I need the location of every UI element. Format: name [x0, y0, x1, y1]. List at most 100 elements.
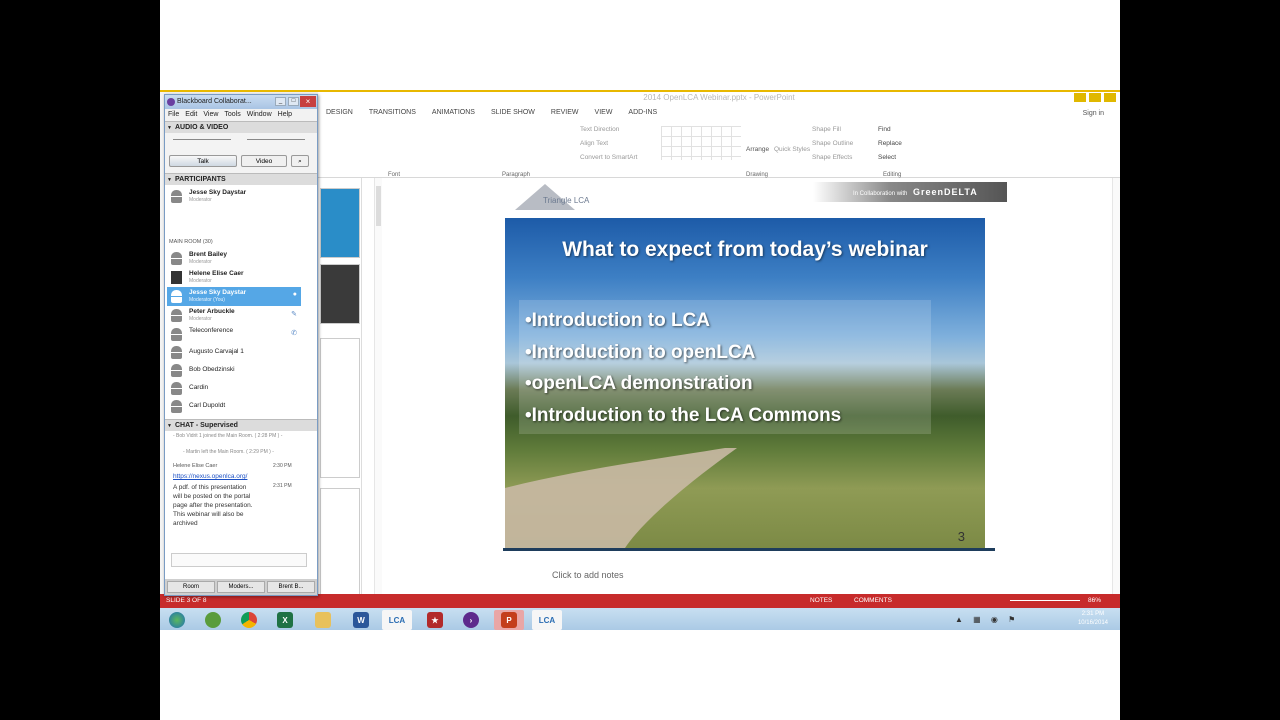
paragraph-group-label: Paragraph: [502, 172, 531, 178]
zoom-slider[interactable]: [1010, 600, 1080, 601]
powerpoint-window: 2014 OpenLCA Webinar.pptx - PowerPoint D…: [318, 92, 1120, 608]
participant-name: Jesse Sky Daystar: [189, 289, 247, 296]
select-button[interactable]: Select: [878, 154, 896, 161]
participant-role: Moderator: [189, 197, 212, 203]
audio-video-header[interactable]: AUDIO & VIDEO: [165, 121, 317, 134]
shapes-gallery[interactable]: [661, 126, 741, 160]
close-button[interactable]: ×: [300, 96, 316, 107]
participant-name: Carl Dupoldt: [189, 402, 226, 409]
slide-thumbnail[interactable]: [320, 338, 360, 478]
participant-name: Peter Arbuckle: [189, 308, 235, 315]
quick-styles-button[interactable]: Quick Styles: [774, 146, 810, 153]
taskbar-app[interactable]: ›: [456, 610, 486, 630]
menu-window[interactable]: Window: [247, 109, 272, 121]
word-icon: W: [353, 612, 369, 628]
tab-slide-show[interactable]: SLIDE SHOW: [483, 106, 543, 122]
replace-button[interactable]: Replace: [878, 140, 902, 147]
taskbar-app[interactable]: P: [494, 610, 524, 630]
tab-add-ins[interactable]: ADD-INS: [620, 106, 665, 122]
slide-scrollbar[interactable]: [1112, 178, 1120, 598]
taskbar-app[interactable]: X: [270, 610, 300, 630]
menu-tools[interactable]: Tools: [224, 109, 240, 121]
tab-room[interactable]: Room: [167, 581, 215, 593]
tab-transitions[interactable]: TRANSITIONS: [361, 106, 424, 122]
system-tray[interactable]: ▲ ▦ ◉ ⚑: [955, 615, 1019, 624]
convert-smartart-button[interactable]: Convert to SmartArt: [580, 154, 637, 161]
slide-thumbnail[interactable]: [320, 188, 360, 258]
maximize-button[interactable]: □: [288, 97, 299, 106]
chat-link[interactable]: https://nexus.openlca.org/: [173, 473, 247, 480]
video-button[interactable]: Video: [241, 155, 287, 167]
slide-thumbnails: [318, 178, 362, 608]
participants-header[interactable]: PARTICIPANTS: [165, 173, 317, 186]
video-preview-button[interactable]: ⌕: [291, 155, 309, 167]
talk-button[interactable]: Talk: [169, 155, 237, 167]
speaker-volume-slider[interactable]: [173, 139, 231, 140]
align-text-button[interactable]: Align Text: [580, 140, 608, 147]
participant-row[interactable]: Helene Elise Caer Moderator: [167, 268, 301, 287]
participant-row[interactable]: Carl Dupoldt: [167, 397, 301, 416]
menu-edit[interactable]: Edit: [185, 109, 197, 121]
slide-thumbnail[interactable]: [320, 264, 360, 324]
maximize-button[interactable]: [1089, 93, 1101, 102]
thumbnail-scrollbar[interactable]: [374, 178, 382, 598]
sign-in-link[interactable]: Sign in: [1083, 110, 1104, 117]
arrange-button[interactable]: Arrange: [746, 146, 769, 153]
participant-row[interactable]: Brent Bailey Moderator: [167, 249, 301, 268]
tab-animations[interactable]: ANIMATIONS: [424, 106, 483, 122]
powerpoint-icon: P: [501, 612, 517, 628]
chat-header[interactable]: CHAT - Supervised: [165, 419, 317, 432]
window-controls: [1074, 93, 1116, 102]
taskbar-app[interactable]: LCA: [532, 610, 562, 630]
slide-thumbnail[interactable]: [320, 488, 360, 598]
shape-effects-button[interactable]: Shape Effects: [812, 154, 852, 161]
participant-row[interactable]: Teleconference ✆: [167, 325, 301, 344]
tab-design[interactable]: DESIGN: [318, 106, 361, 122]
minimize-button[interactable]: _: [275, 97, 286, 106]
tab-moderators[interactable]: Moders...: [217, 581, 265, 593]
chat-input[interactable]: [171, 553, 307, 567]
start-button[interactable]: [162, 610, 192, 630]
participant-row[interactable]: Cardin: [167, 379, 301, 398]
bb-titlebar: Blackboard Collaborat... _ □ ×: [165, 95, 317, 109]
mic-volume-slider[interactable]: [247, 139, 305, 140]
taskbar-app[interactable]: ★: [420, 610, 450, 630]
taskbar-app[interactable]: LCA: [382, 610, 412, 630]
participant-row[interactable]: Bob Obedzinski: [167, 361, 301, 380]
text-direction-button[interactable]: Text Direction: [580, 126, 619, 133]
start-icon: [169, 612, 185, 628]
taskbar-app[interactable]: [198, 610, 228, 630]
menu-help[interactable]: Help: [278, 109, 292, 121]
participant-row-selected[interactable]: Jesse Sky Daystar Moderator (You) ●: [167, 287, 301, 306]
ribbon: Text Direction Align Text Convert to Sma…: [318, 122, 1120, 178]
clock[interactable]: 2:31 PM 10/16/2014: [1078, 610, 1108, 628]
participant-role: Moderator: [189, 259, 212, 265]
find-button[interactable]: Find: [878, 126, 891, 133]
participant-row[interactable]: Peter Arbuckle Moderator ✎: [167, 306, 301, 325]
participant-row[interactable]: Augusto Carvajal 1: [167, 343, 301, 362]
avatar: [171, 309, 182, 322]
chat-system-message: - Bob Vidrit 1 joined the Main Room. ( 2…: [173, 433, 283, 439]
phone-icon: ✆: [291, 330, 297, 337]
slide-canvas[interactable]: Triangle LCA In Collaboration with Green…: [503, 182, 1007, 551]
taskbar-app[interactable]: [308, 610, 338, 630]
notes-placeholder[interactable]: Click to add notes: [552, 570, 624, 580]
scrollbar-thumb[interactable]: [376, 186, 381, 226]
zoom-level[interactable]: 86%: [1088, 597, 1101, 604]
tab-view[interactable]: VIEW: [587, 106, 621, 122]
minimize-button[interactable]: [1074, 93, 1086, 102]
menu-view[interactable]: View: [203, 109, 218, 121]
menu-file[interactable]: File: [168, 109, 179, 121]
excel-icon: X: [277, 612, 293, 628]
font-group-label: Font: [388, 172, 401, 178]
tab-brent[interactable]: Brent B...: [267, 581, 315, 593]
comments-button[interactable]: COMMENTS: [854, 597, 892, 604]
tab-review[interactable]: REVIEW: [543, 106, 587, 122]
shape-outline-button[interactable]: Shape Outline: [812, 140, 853, 147]
slide-title: What to expect from today’s webinar: [562, 238, 928, 261]
notes-button[interactable]: NOTES: [810, 597, 832, 604]
shape-fill-button[interactable]: Shape Fill: [812, 126, 841, 133]
taskbar-app[interactable]: [234, 610, 264, 630]
close-button[interactable]: [1104, 93, 1116, 102]
taskbar-app[interactable]: W: [346, 610, 376, 630]
